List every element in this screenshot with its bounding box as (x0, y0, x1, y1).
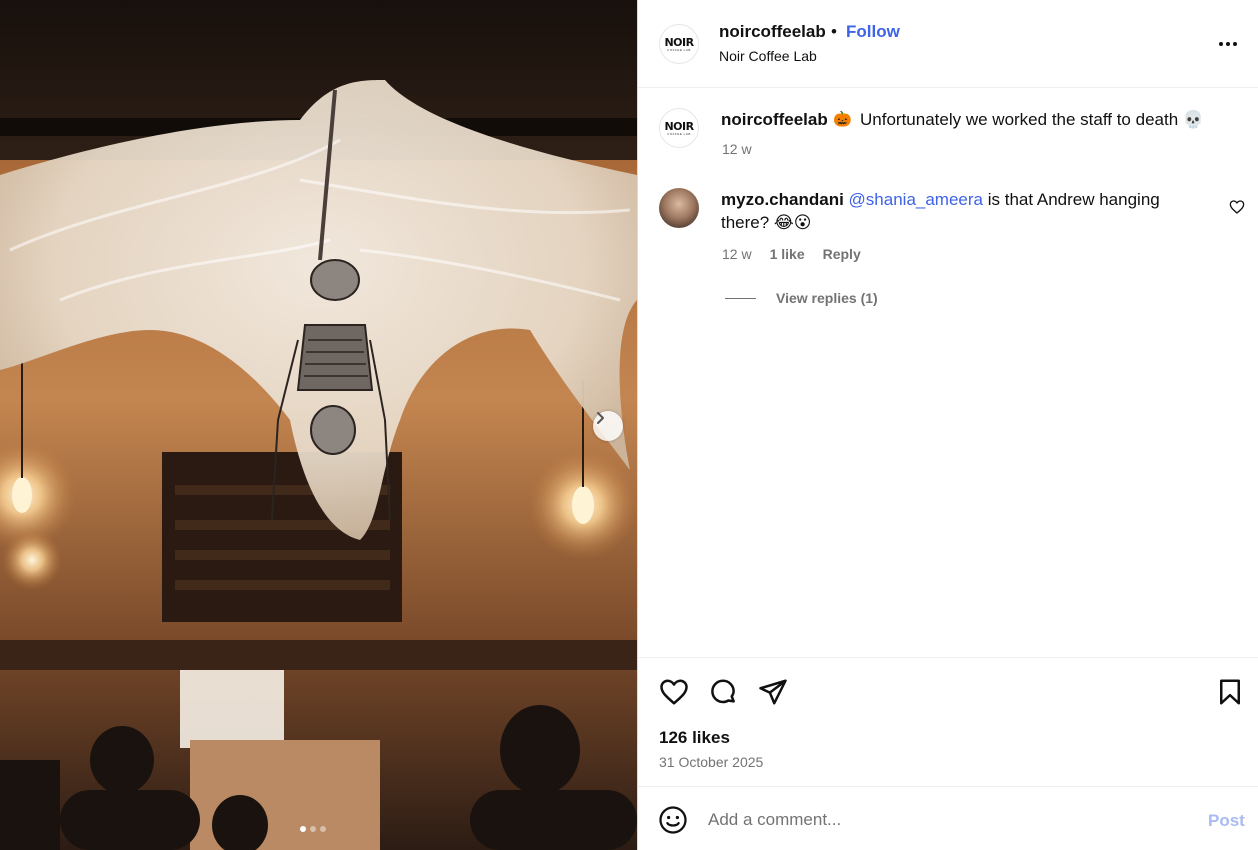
caption-timestamp[interactable]: 12 w (722, 141, 752, 157)
comment-timestamp[interactable]: 12 w (722, 246, 752, 262)
caption-username[interactable]: noircoffeelab (721, 110, 828, 130)
comment-mention[interactable]: @shania_ameera (849, 190, 983, 209)
more-horizontal-icon (1219, 42, 1237, 46)
post-dialog: NOIR COFFEE LAB noircoffeelab • Follow N… (0, 0, 1258, 850)
save-button[interactable] (1214, 676, 1246, 708)
carousel-dot (310, 826, 316, 832)
like-comment-button[interactable] (1229, 199, 1245, 215)
comment-button[interactable] (707, 676, 739, 708)
post-username[interactable]: noircoffeelab (719, 22, 826, 42)
post-date: 31 October 2025 (659, 754, 764, 770)
avatar[interactable] (659, 188, 699, 228)
chevron-right-icon (597, 412, 604, 424)
carousel-dot (300, 826, 306, 832)
heart-icon (660, 679, 688, 705)
post-actions: 126 likes 31 October 2025 (638, 657, 1258, 787)
paper-plane-icon (759, 679, 787, 705)
replies-divider (725, 297, 756, 299)
avatar-logo-text: NOIR (664, 119, 694, 133)
carousel-indicator (300, 826, 326, 832)
avatar[interactable]: NOIR COFFEE LAB (659, 108, 699, 148)
post-location[interactable]: Noir Coffee Lab (719, 48, 817, 64)
comment-text-continued: there? 😂😮 (721, 213, 812, 232)
view-replies-button[interactable]: View replies (1) (725, 290, 878, 306)
view-replies-label: View replies (1) (776, 290, 878, 306)
like-button[interactable] (658, 676, 690, 708)
post-comment-button[interactable]: Post (1208, 811, 1245, 831)
next-slide-button[interactable] (593, 411, 623, 441)
add-comment-bar: Post (638, 786, 1258, 850)
heart-icon (1229, 200, 1245, 214)
post-media[interactable] (0, 0, 637, 850)
smiley-icon (659, 806, 687, 834)
comment-meta: 12 w 1 like Reply (722, 246, 861, 262)
speech-bubble-icon (711, 679, 735, 704)
follow-button[interactable]: Follow (846, 22, 900, 42)
reply-button[interactable]: Reply (823, 246, 861, 262)
avatar[interactable]: NOIR COFFEE LAB (659, 24, 699, 64)
separator-dot: • (831, 22, 837, 41)
comment-likes[interactable]: 1 like (770, 246, 805, 262)
bookmark-icon (1220, 679, 1240, 705)
comment-username[interactable]: myzo.chandani (721, 190, 844, 209)
post-header: NOIR COFFEE LAB noircoffeelab • Follow N… (638, 0, 1258, 88)
avatar-logo-subtext: COFFEE LAB (667, 131, 691, 136)
share-button[interactable] (757, 676, 789, 708)
comment-text: is that Andrew hanging (983, 190, 1160, 209)
comment-text-line: myzo.chandani @shania_ameera is that And… (721, 190, 1160, 210)
avatar-logo-subtext: COFFEE LAB (667, 47, 691, 52)
more-options-button[interactable] (1216, 32, 1240, 56)
carousel-dot (320, 826, 326, 832)
caption-emoji: 🎃 (833, 111, 852, 128)
caption-text: Unfortunately we worked the staff to dea… (860, 110, 1205, 129)
post-photo (0, 0, 637, 850)
post-side-panel: NOIR COFFEE LAB noircoffeelab • Follow N… (637, 0, 1258, 850)
avatar-logo-text: NOIR (664, 35, 694, 49)
comment-input[interactable] (708, 807, 1188, 833)
likes-count[interactable]: 126 likes (659, 728, 730, 748)
emoji-picker-button[interactable] (658, 805, 688, 835)
